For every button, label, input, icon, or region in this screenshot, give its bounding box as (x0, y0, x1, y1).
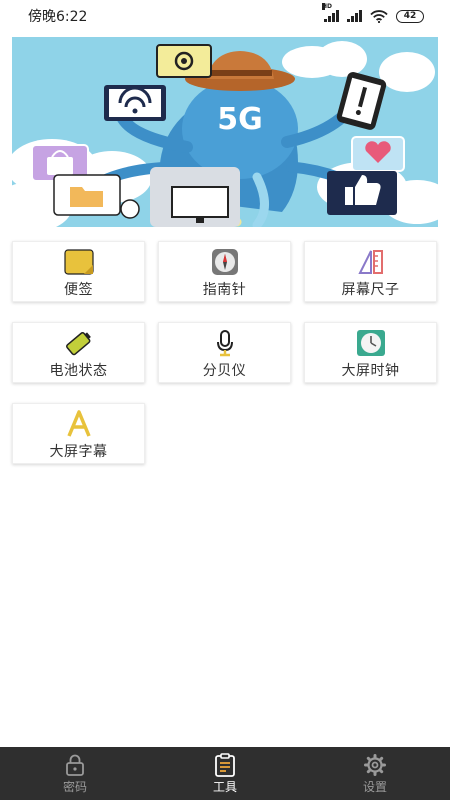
battery-icon: 42 (396, 9, 424, 23)
nav-label: 设置 (362, 779, 387, 794)
banner-art: 5G (12, 37, 438, 227)
signal-icon (347, 10, 362, 22)
nav-label: 工具 (212, 779, 237, 794)
lock-icon (63, 753, 87, 777)
tool-label: 大屏字幕 (49, 444, 108, 460)
nav-item-settings[interactable]: 设置 (300, 747, 450, 800)
microphone-icon (210, 329, 240, 357)
status-icons: HD 42 (322, 3, 424, 23)
nav-item-password[interactable]: 密码 (0, 747, 150, 800)
tool-decibel-meter[interactable]: 分贝仪 (158, 322, 291, 383)
tool-label: 指南针 (202, 282, 247, 298)
banner-5g-label: 5G (217, 102, 263, 137)
status-bar: 傍晚6:22 HD 42 (0, 0, 450, 32)
folder-icon (53, 174, 121, 216)
tool-sticky-note[interactable]: 便签 (12, 241, 145, 302)
banner-5g-illustration[interactable]: 5G (12, 37, 438, 227)
ruler-icon (356, 248, 386, 276)
wifi-icon (370, 9, 388, 23)
status-time: 傍晚6:22 (28, 9, 88, 25)
battery-status-icon (64, 329, 94, 357)
wifi-icon (104, 85, 166, 121)
tool-label: 大屏时钟 (341, 363, 400, 379)
gear-icon (363, 753, 387, 777)
network-badge: HD (322, 3, 333, 10)
at-sign-icon (156, 44, 212, 78)
tool-big-subtitle[interactable]: 大屏字幕 (12, 403, 145, 464)
tool-label: 分贝仪 (202, 363, 247, 379)
sticky-note-icon (63, 248, 94, 276)
bottom-nav: 密码 工具 设置 (0, 747, 450, 800)
clock-icon (356, 329, 386, 357)
tool-battery-status[interactable]: 电池状态 (12, 322, 145, 383)
nav-label: 密码 (62, 779, 87, 794)
clipboard-icon (213, 752, 237, 777)
nav-item-tools[interactable]: 工具 (150, 747, 300, 800)
thumbs-up-icon (327, 171, 397, 215)
hd-signal-icon: HD (322, 3, 339, 22)
tool-label: 屏幕尺子 (341, 282, 400, 298)
tool-compass[interactable]: 指南针 (158, 241, 291, 302)
tool-label: 电池状态 (49, 363, 108, 379)
letter-a-icon (64, 410, 94, 438)
app-screen: 傍晚6:22 HD 42 5G 便签 指南针 屏幕尺子 电池状态 分贝仪 大屏时… (0, 0, 450, 800)
compass-icon (210, 248, 240, 276)
tool-label: 便签 (64, 282, 93, 298)
tool-screen-ruler[interactable]: 屏幕尺子 (304, 241, 437, 302)
heart-icon (351, 136, 405, 172)
tool-big-clock[interactable]: 大屏时钟 (304, 322, 437, 383)
